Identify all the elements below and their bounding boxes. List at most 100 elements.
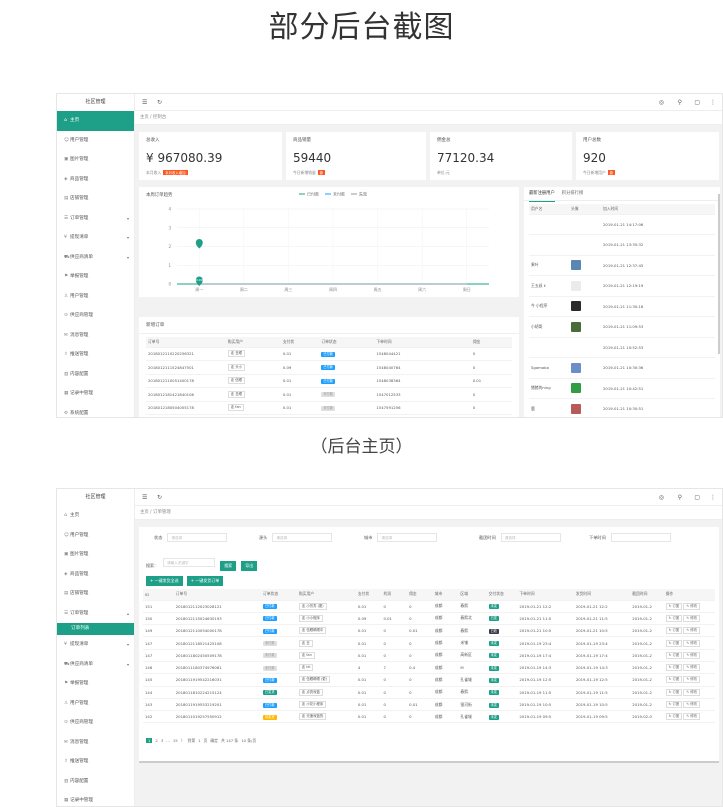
- sidebar-item[interactable]: ¥ 提现清单 ▾: [57, 228, 134, 248]
- sidebar-item[interactable]: ☰ 订单管理 ▾: [57, 209, 134, 229]
- edit-button[interactable]: ✎ 修改: [683, 614, 700, 622]
- sidebar-item[interactable]: ⛟供应商清单 ▾: [57, 655, 134, 675]
- export-button[interactable]: 导出: [241, 561, 258, 571]
- user-tab[interactable]: 最新注册用户: [529, 187, 555, 202]
- scrollbar[interactable]: [718, 194, 720, 354]
- sidebar-item[interactable]: ♙ 用户管理: [57, 694, 134, 714]
- edit-button[interactable]: ✎ 修改: [683, 639, 700, 647]
- theme-icon[interactable]: ◎: [659, 489, 664, 506]
- sidebar-item[interactable]: ⛟供应商清单 ▾: [57, 248, 134, 268]
- select-input[interactable]: 请选择: [167, 533, 228, 542]
- regroup-button[interactable]: ↻ 订团: [665, 701, 683, 709]
- page-item[interactable]: 1: [198, 738, 200, 743]
- sidebar-item[interactable]: ⊙ 供应商管理: [57, 306, 134, 326]
- page-item[interactable]: ...: [166, 738, 170, 743]
- page-item[interactable]: 2: [155, 738, 157, 743]
- sidebar-item[interactable]: ▣ 图片管理: [57, 545, 134, 565]
- regroup-button[interactable]: ↻ 订团: [665, 664, 683, 672]
- sidebar-item-label: 店铺管理: [70, 196, 89, 201]
- batch-ship-button[interactable]: + 一键发货全选: [146, 576, 183, 586]
- edit-button[interactable]: ✎ 修改: [683, 701, 700, 709]
- table-cell: 0: [383, 702, 386, 708]
- page-item[interactable]: 15: [173, 738, 178, 743]
- refresh-icon[interactable]: ↻: [157, 489, 162, 506]
- sidebar-item[interactable]: ⚑ 举报管理: [57, 267, 134, 287]
- edit-button[interactable]: ✎ 修改: [683, 651, 700, 659]
- date-input[interactable]: [610, 533, 671, 542]
- search-input[interactable]: 请输入关键字: [163, 558, 216, 567]
- page-item[interactable]: 3: [161, 738, 163, 743]
- table-cell: 2019-01-2: [632, 628, 652, 634]
- refresh-icon[interactable]: ↻: [157, 94, 162, 111]
- page-item[interactable]: 到第: [188, 738, 196, 744]
- regroup-button[interactable]: ↻ 订团: [665, 688, 683, 696]
- table-cell: 0.01: [409, 702, 418, 708]
- page-item[interactable]: 页: [204, 738, 208, 744]
- menu-toggle-icon[interactable]: ☰: [142, 489, 147, 506]
- table-cell: 2019-01-19 12:5: [575, 677, 608, 683]
- select-input[interactable]: 请选择: [272, 533, 333, 542]
- table-row: 小胡哥 2019-01-21 11:09:53: [529, 316, 715, 338]
- sidebar-item[interactable]: ☰ 订单管理 ▴: [57, 604, 134, 624]
- sidebar-item[interactable]: ▥ 内容配置: [57, 772, 134, 792]
- table-cell: 春熙北: [460, 615, 472, 621]
- sidebar-item[interactable]: ▣ 图片管理: [57, 150, 134, 170]
- regroup-button[interactable]: ↻ 订团: [665, 602, 683, 610]
- sidebar-item[interactable]: ☺用户管理: [57, 526, 134, 546]
- select-input[interactable]: 请选择: [500, 533, 561, 542]
- sidebar-item[interactable]: ⇪ 推送管理: [57, 752, 134, 772]
- data-marker: [195, 239, 203, 249]
- regroup-button[interactable]: ↻ 订团: [665, 639, 683, 647]
- batch-ship-button[interactable]: + 一键发货订单: [186, 576, 224, 586]
- notice-icon[interactable]: ⚲: [678, 94, 682, 111]
- sidebar-item[interactable]: ⊙ 供应商管理: [57, 713, 134, 733]
- sidebar-item[interactable]: ☺用户管理: [57, 131, 134, 151]
- regroup-button[interactable]: ↻ 订团: [665, 651, 683, 659]
- sidebar-item[interactable]: ▤ 店铺管理: [57, 189, 134, 209]
- page-item[interactable]: 1: [146, 738, 153, 744]
- edit-button[interactable]: ✎ 修改: [683, 688, 700, 696]
- sidebar-item-label: 图片管理: [70, 157, 89, 162]
- sidebar-item[interactable]: ⌂ 主页: [57, 111, 134, 131]
- regroup-button[interactable]: ↻ 订团: [665, 614, 683, 622]
- edit-button[interactable]: ✎ 修改: [683, 664, 700, 672]
- select-input[interactable]: 请选择: [377, 533, 438, 542]
- edit-button[interactable]: ✎ 修改: [683, 713, 700, 721]
- more-icon[interactable]: ⋮: [710, 94, 716, 111]
- sidebar-item[interactable]: ⌂ 主页: [57, 506, 134, 526]
- sidebar-item[interactable]: ✉ 消息管理: [57, 326, 134, 346]
- fullscreen-icon[interactable]: ▢: [694, 489, 700, 506]
- regroup-button[interactable]: ↻ 订团: [665, 713, 683, 721]
- page-size-select[interactable]: 10 条/页: [241, 738, 256, 744]
- edit-button[interactable]: ✎ 修改: [683, 676, 700, 684]
- theme-icon[interactable]: ◎: [659, 94, 664, 111]
- edit-button[interactable]: ✎ 修改: [683, 602, 700, 610]
- stat-label: 佣金总: [437, 138, 451, 143]
- sidebar-item[interactable]: ◈ 商品管理: [57, 170, 134, 190]
- user-tabs: 最新注册用户 积分排行榜: [524, 187, 720, 202]
- regroup-button[interactable]: ↻ 订团: [665, 676, 683, 684]
- sidebar-item[interactable]: ¥ 提现清单 ▾: [57, 635, 134, 655]
- sidebar-item[interactable]: ♙ 用户管理: [57, 287, 134, 307]
- h-scrollbar[interactable]: [139, 761, 719, 763]
- sidebar-item[interactable]: ▤ 店铺管理: [57, 584, 134, 604]
- sidebar-item[interactable]: ⚙ 系统配置: [57, 404, 134, 418]
- menu-toggle-icon[interactable]: ☰: [142, 94, 147, 111]
- sidebar-item[interactable]: ⚑ 举报管理: [57, 674, 134, 694]
- more-icon[interactable]: ⋮: [710, 489, 716, 506]
- edit-button[interactable]: ✎ 修改: [683, 627, 700, 635]
- sidebar-item[interactable]: ▦ 记录中管理: [57, 384, 134, 404]
- sidebar-item[interactable]: 订单列表: [57, 623, 134, 635]
- sidebar-item[interactable]: ▦ 记录中管理: [57, 791, 134, 806]
- sidebar-item[interactable]: ✉ 消息管理: [57, 733, 134, 753]
- sidebar-item[interactable]: ▥ 内容配置: [57, 365, 134, 385]
- user-tab[interactable]: 积分排行榜: [562, 187, 583, 201]
- fullscreen-icon[interactable]: ▢: [694, 94, 700, 111]
- page-item[interactable]: 〉: [181, 738, 185, 744]
- sidebar-item[interactable]: ◈ 商品管理: [57, 565, 134, 585]
- page-item[interactable]: 确定: [210, 738, 218, 744]
- sidebar-item[interactable]: ⇪ 推送管理: [57, 345, 134, 365]
- search-button[interactable]: 搜索: [220, 561, 237, 571]
- notice-icon[interactable]: ⚲: [678, 489, 682, 506]
- regroup-button[interactable]: ↻ 订团: [665, 627, 683, 635]
